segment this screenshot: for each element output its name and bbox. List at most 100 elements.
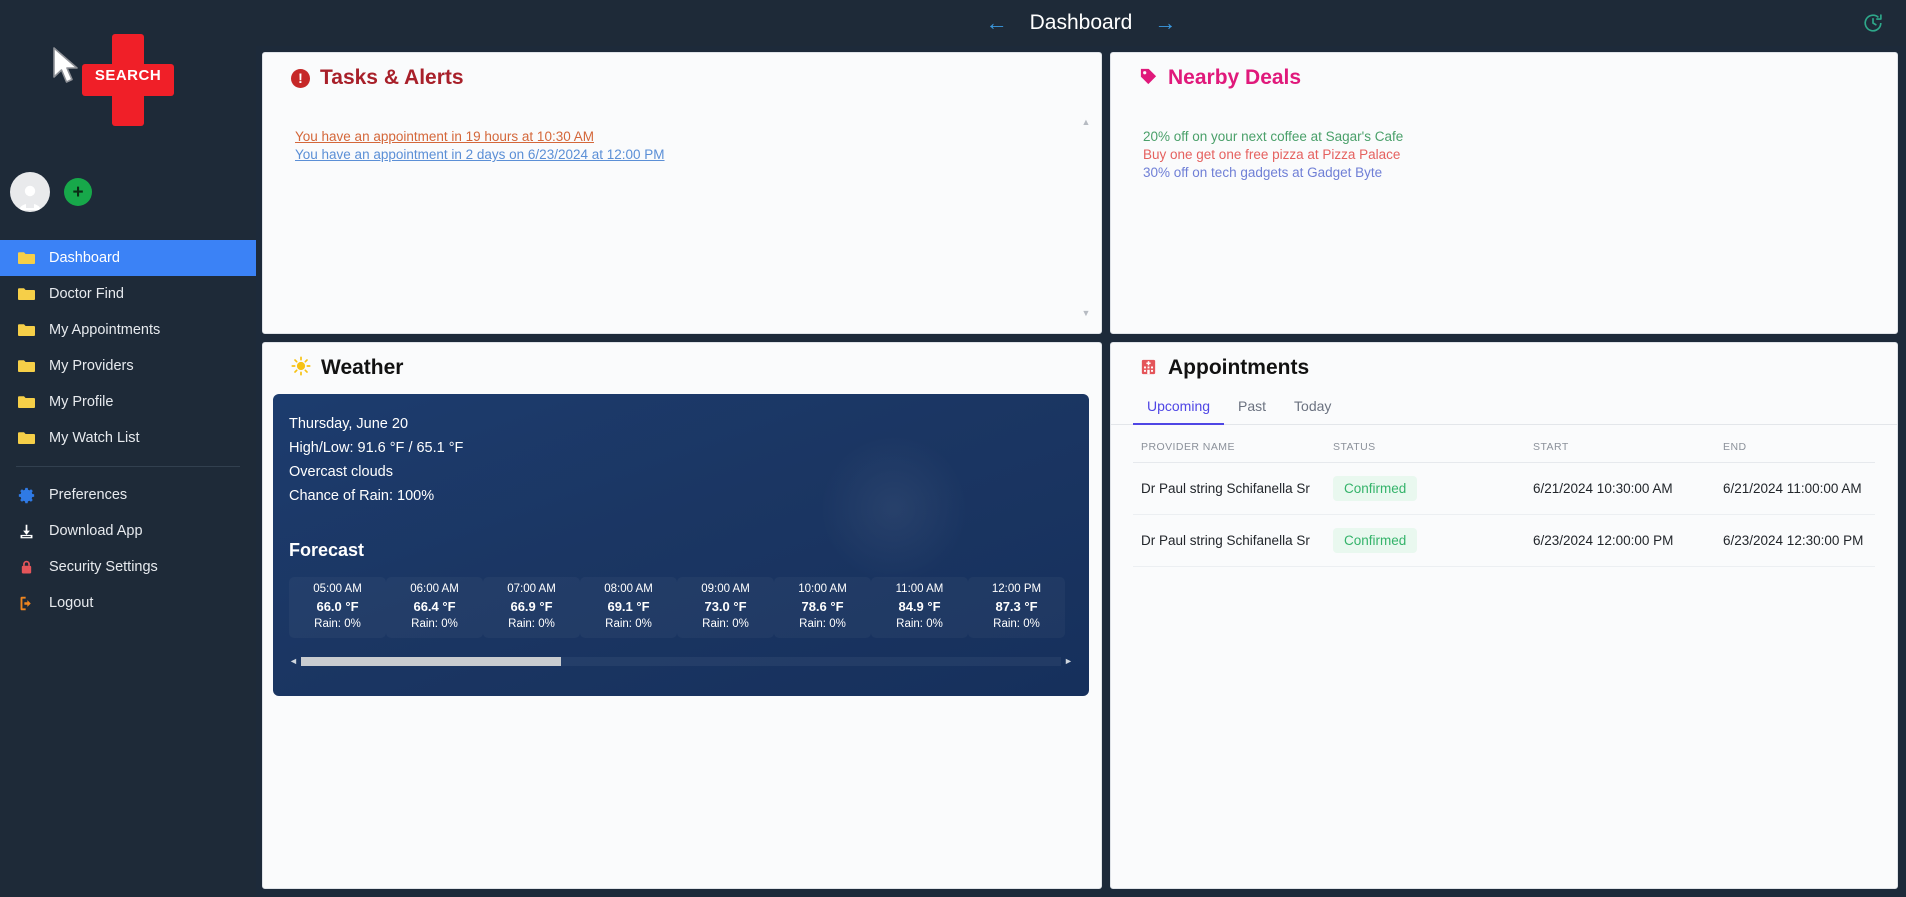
download-icon [16,521,36,541]
sidebar-item-my-watch-list[interactable]: My Watch List [0,420,256,456]
deal-item[interactable]: 30% off on tech gadgets at Gadget Byte [1143,164,1877,182]
sidebar-item-preferences[interactable]: Preferences [0,477,256,513]
weather-title: Weather [321,356,404,379]
tasks-alerts-panel: ! Tasks & Alerts ▲ You have an appointme… [262,52,1102,334]
arrow-right-icon[interactable]: → [1154,12,1176,34]
tab-past[interactable]: Past [1224,392,1280,425]
task-alert-link[interactable]: You have an appointment in 19 hours at 1… [295,128,1081,146]
appointments-title: Appointments [1168,356,1310,379]
sidebar-item-logout[interactable]: Logout [0,585,256,621]
sidebar-item-label: My Appointments [49,322,161,338]
user-row: + [0,160,256,224]
forecast-time: 08:00 AM [604,583,653,595]
sidebar-item-label: Security Settings [49,559,158,575]
forecast-temp: 66.0 °F [316,599,359,614]
forecast-temp: 66.9 °F [510,599,553,614]
cell-provider: Dr Paul string Schifanella Sr [1133,462,1333,515]
weather-glow [819,434,969,584]
tab-today[interactable]: Today [1280,392,1345,425]
forecast-rain: Rain: 0% [702,618,749,630]
appointments-panel: Appointments Upcoming Past Today PROVIDE… [1110,342,1898,889]
forecast-row[interactable]: 05:00 AM 66.0 °F Rain: 0% 06:00 AM 66.4 … [273,561,1089,638]
sidebar-item-label: Doctor Find [49,286,124,302]
column-header-status[interactable]: STATUS [1333,425,1533,463]
main-area: ← Dashboard → ! Tasks & Alerts ▲ You hav… [256,0,1906,897]
deal-item[interactable]: 20% off on your next coffee at Sagar's C… [1143,128,1877,146]
sidebar-item-dashboard[interactable]: Dashboard [0,240,256,276]
table-header: PROVIDER NAME STATUS START END [1133,425,1875,463]
sidebar-item-label: My Providers [49,358,134,374]
weather-header: Weather [263,343,1101,392]
arrow-left-icon[interactable]: ← [986,12,1008,34]
nearby-deals-body: 20% off on your next coffee at Sagar's C… [1111,102,1897,333]
status-badge: Confirmed [1333,476,1418,501]
table-row[interactable]: Dr Paul string Schifanella Sr Confirmed … [1133,462,1875,515]
sidebar-item-my-profile[interactable]: My Profile [0,384,256,420]
weather-panel: Weather Thursday, June 20 High/Low: 91.6… [262,342,1102,889]
cell-provider: Dr Paul string Schifanella Sr [1133,514,1333,567]
forecast-rain: Rain: 0% [993,618,1040,630]
forecast-temp: 87.3 °F [995,599,1038,614]
nearby-deals-header: Nearby Deals [1111,53,1897,102]
red-cross-icon: SEARCH [82,34,174,126]
sidebar-nav: Dashboard Doctor Find My Appointments My… [0,240,256,621]
appointments-body: PROVIDER NAME STATUS START END Dr Paul s… [1111,425,1897,567]
lock-icon [16,557,36,577]
dashboard-grid: ! Tasks & Alerts ▲ You have an appointme… [256,46,1906,897]
forecast-temp: 84.9 °F [898,599,941,614]
table-header-row: PROVIDER NAME STATUS START END [1133,425,1875,463]
app-logo[interactable]: SEARCH [0,0,256,160]
forecast-cell: 10:00 AM 78.6 °F Rain: 0% [774,577,871,638]
deal-item[interactable]: Buy one get one free pizza at Pizza Pala… [1143,146,1877,164]
scroll-left-arrow[interactable]: ◄ [289,657,298,666]
status-badge: Confirmed [1333,528,1418,553]
page-title: Dashboard [1029,11,1133,34]
task-alert-link[interactable]: You have an appointment in 2 days on 6/2… [295,146,1081,164]
forecast-rain: Rain: 0% [896,618,943,630]
scrollbar-thumb[interactable] [301,657,561,666]
column-header-start[interactable]: START [1533,425,1723,463]
nearby-deals-title: Nearby Deals [1168,66,1302,89]
alert-circle-icon: ! [291,68,310,88]
avatar[interactable] [10,172,50,212]
cell-end: 6/21/2024 11:00:00 AM [1723,462,1875,515]
nearby-deals-panel: Nearby Deals 20% off on your next coffee… [1110,52,1898,334]
column-header-end[interactable]: END [1723,425,1875,463]
scroll-up-arrow[interactable]: ▲ [1081,118,1091,127]
scrollbar-track[interactable] [301,657,1061,666]
forecast-time: 06:00 AM [410,583,459,595]
sidebar-item-label: Dashboard [49,250,120,266]
weather-conditions: Overcast clouds [289,464,393,480]
forecast-temp: 73.0 °F [704,599,747,614]
cell-end: 6/23/2024 12:30:00 PM [1723,514,1875,567]
scroll-down-arrow[interactable]: ▼ [1081,309,1091,318]
column-header-provider[interactable]: PROVIDER NAME [1133,425,1333,463]
sidebar-item-security-settings[interactable]: Security Settings [0,549,256,585]
sidebar-item-doctor-find[interactable]: Doctor Find [0,276,256,312]
sidebar-item-my-appointments[interactable]: My Appointments [0,312,256,348]
table-row[interactable]: Dr Paul string Schifanella Sr Confirmed … [1133,514,1875,567]
forecast-time: 07:00 AM [507,583,556,595]
sidebar-item-download-app[interactable]: Download App [0,513,256,549]
forecast-temp: 69.1 °F [607,599,650,614]
add-user-button[interactable]: + [64,178,92,206]
forecast-cell: 11:00 AM 84.9 °F Rain: 0% [871,577,968,638]
cell-status: Confirmed [1333,514,1533,567]
forecast-temp: 66.4 °F [413,599,456,614]
scroll-right-arrow[interactable]: ► [1064,657,1073,666]
forecast-scrollbar[interactable]: ◄ ► [289,657,1073,666]
appointments-table: PROVIDER NAME STATUS START END Dr Paul s… [1133,425,1875,567]
tab-upcoming[interactable]: Upcoming [1133,392,1225,425]
sidebar-item-my-providers[interactable]: My Providers [0,348,256,384]
folder-icon [16,356,36,376]
table-body: Dr Paul string Schifanella Sr Confirmed … [1133,462,1875,567]
forecast-cell: 06:00 AM 66.4 °F Rain: 0% [386,577,483,638]
weather-current-card: Thursday, June 20 High/Low: 91.6 °F / 65… [273,394,1089,696]
forecast-time: 10:00 AM [798,583,847,595]
forecast-cell: 12:00 PM 87.3 °F Rain: 0% [968,577,1065,638]
logout-icon [16,593,36,613]
folder-icon [16,320,36,340]
clock-refresh-icon[interactable] [1862,12,1884,39]
add-user-label: + [72,181,84,203]
logo-text: SEARCH [94,67,162,84]
